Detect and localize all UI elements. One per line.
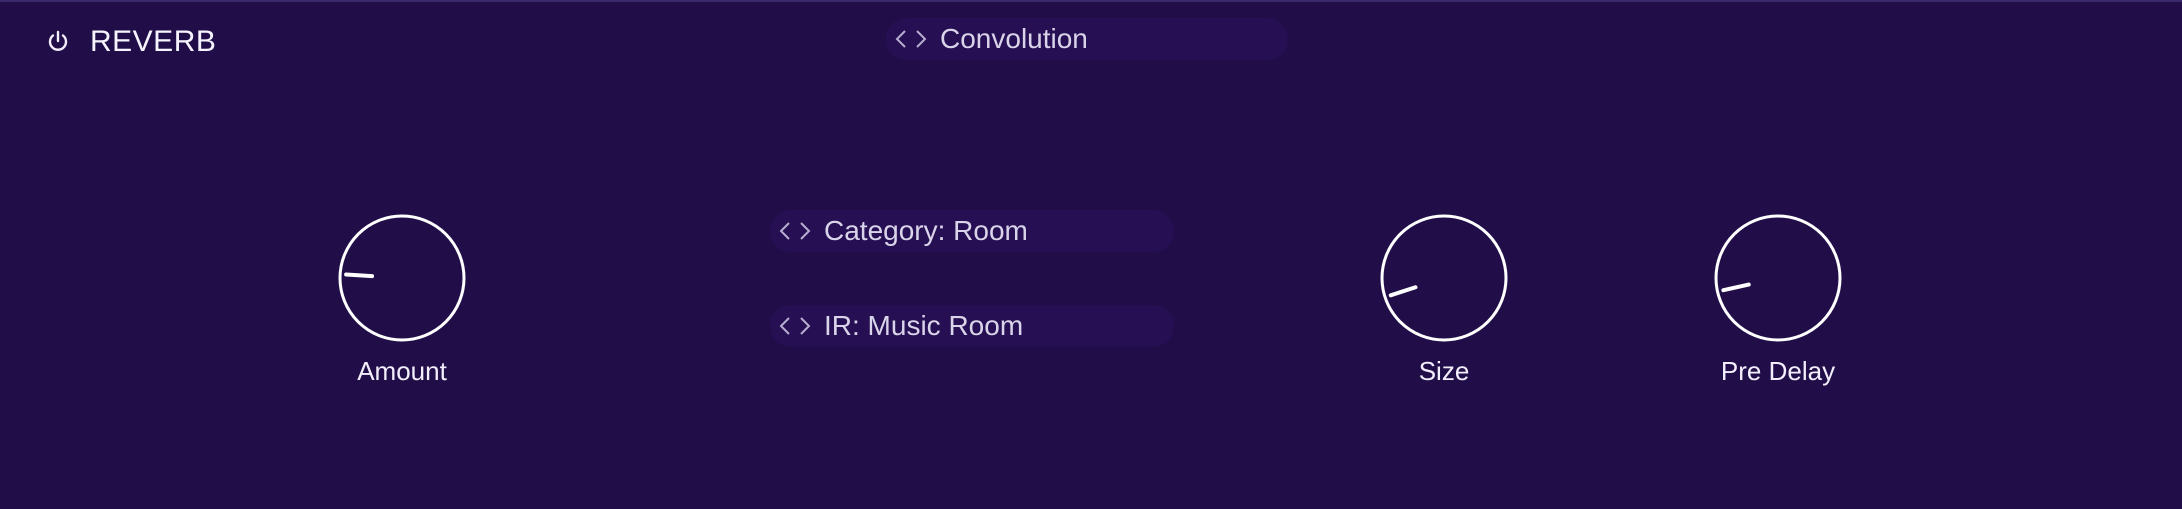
algorithm-selector[interactable]: Convolution (886, 18, 1288, 60)
algorithm-label: Convolution (940, 23, 1088, 54)
size-knob-pointer (1388, 285, 1418, 298)
chevron-left-icon (895, 30, 906, 48)
algorithm-prev-button[interactable] (894, 28, 908, 50)
chevron-right-icon (800, 317, 811, 335)
chevron-left-icon (779, 222, 790, 240)
size-knob-ring (1380, 214, 1508, 342)
algorithm-next-button[interactable] (914, 28, 928, 50)
power-icon (48, 30, 68, 51)
reverb-panel: REVERB Convolution Category: Room IR: Mu… (0, 0, 2182, 509)
amount-control: Amount (302, 212, 502, 387)
module-title: REVERB (90, 25, 217, 58)
amount-knob[interactable] (336, 212, 468, 344)
size-knob[interactable] (1378, 212, 1510, 344)
amount-knob-pointer (344, 272, 375, 279)
algorithm-selector-arrows (894, 28, 928, 50)
amount-knob-ring (338, 214, 466, 342)
power-button[interactable] (46, 30, 70, 54)
predelay-knob-pointer (1721, 282, 1751, 293)
category-next-button[interactable] (798, 220, 812, 242)
category-label: Category: Room (824, 215, 1028, 246)
size-control: Size (1344, 212, 1544, 387)
amount-label: Amount (357, 356, 447, 386)
module-header: REVERB (46, 22, 216, 62)
predelay-knob[interactable] (1712, 212, 1844, 344)
ir-selector[interactable]: IR: Music Room (770, 305, 1174, 347)
predelay-control: Pre Delay (1678, 212, 1878, 387)
category-selector-arrows (778, 220, 812, 242)
ir-label: IR: Music Room (824, 310, 1024, 341)
chevron-right-icon (800, 222, 811, 240)
ir-selector-arrows (778, 315, 812, 337)
predelay-label: Pre Delay (1720, 356, 1836, 386)
predelay-knob-ring (1714, 214, 1842, 342)
chevron-right-icon (916, 30, 927, 48)
chevron-left-icon (779, 317, 790, 335)
category-prev-button[interactable] (778, 220, 792, 242)
ir-prev-button[interactable] (778, 315, 792, 337)
category-selector[interactable]: Category: Room (770, 210, 1174, 252)
size-label: Size (1418, 356, 1470, 386)
ir-next-button[interactable] (798, 315, 812, 337)
